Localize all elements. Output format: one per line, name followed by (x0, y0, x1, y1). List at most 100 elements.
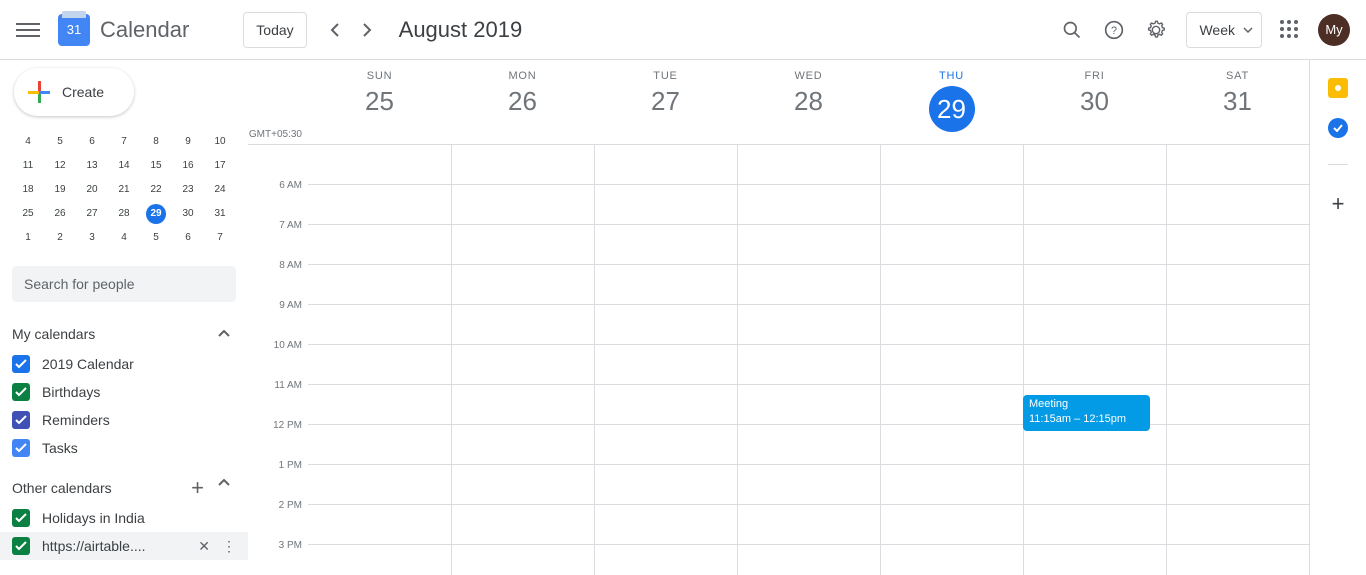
checkbox[interactable] (12, 509, 30, 527)
mini-cal-day[interactable]: 1 (12, 226, 44, 250)
hour-label: 6 AM (248, 180, 308, 220)
calendar-event[interactable]: Meeting11:15am – 12:15pm (1023, 395, 1150, 431)
mini-cal-day[interactable]: 18 (12, 178, 44, 202)
mini-cal-day[interactable]: 22 (140, 178, 172, 202)
app-title: Calendar (100, 17, 189, 43)
mini-cal-day[interactable]: 5 (140, 226, 172, 250)
calendar-logo-icon[interactable]: 31 (58, 14, 90, 46)
calendar-item[interactable]: Birthdays (12, 378, 236, 406)
mini-cal-day[interactable]: 31 (204, 202, 236, 226)
mini-cal-day[interactable]: 16 (172, 154, 204, 178)
hour-label: 1 PM (248, 460, 308, 500)
calendar-item[interactable]: 2019 Calendar (12, 350, 236, 378)
day-of-week: TUE (594, 70, 737, 82)
day-header[interactable]: MON26 (451, 60, 594, 144)
search-people-input[interactable]: Search for people (12, 266, 236, 302)
mini-cal-day[interactable]: 25 (12, 202, 44, 226)
mini-cal-day[interactable]: 12 (44, 154, 76, 178)
create-button[interactable]: Create (14, 68, 134, 116)
add-calendar-icon[interactable]: + (191, 479, 204, 497)
mini-cal-day[interactable]: 20 (76, 178, 108, 202)
day-number: 29 (929, 86, 975, 132)
mini-cal-day[interactable]: 7 (204, 226, 236, 250)
mini-cal-day[interactable]: 2 (44, 226, 76, 250)
grid-body[interactable]: 6 AM7 AM8 AM9 AM10 AM11 AM12 PM1 PM2 PM3… (248, 145, 1309, 575)
apps-icon[interactable] (1280, 20, 1300, 40)
day-header[interactable]: WED28 (737, 60, 880, 144)
day-column[interactable] (1023, 145, 1166, 575)
mini-cal-day[interactable]: 30 (172, 202, 204, 226)
mini-cal-day[interactable]: 11 (12, 154, 44, 178)
add-rail-icon[interactable]: + (1332, 191, 1345, 217)
mini-cal-day[interactable]: 17 (204, 154, 236, 178)
mini-cal-day[interactable]: 7 (108, 130, 140, 154)
tasks-icon[interactable] (1328, 118, 1348, 138)
day-header[interactable]: SUN25 (308, 60, 451, 144)
day-column[interactable] (594, 145, 737, 575)
grid-header: GMT+05:30 SUN25MON26TUE27WED28THU29FRI30… (248, 60, 1309, 145)
mini-cal-day[interactable]: 15 (140, 154, 172, 178)
mini-cal-day[interactable]: 28 (108, 202, 140, 226)
chevron-up-icon (218, 330, 230, 338)
calendar-label: 2019 Calendar (42, 356, 134, 372)
hour-label: 12 PM (248, 420, 308, 460)
hamburger-icon[interactable] (16, 18, 40, 42)
day-column[interactable] (880, 145, 1023, 575)
day-header[interactable]: SAT31 (1166, 60, 1309, 144)
next-week-button[interactable] (351, 14, 383, 46)
header: 31 Calendar Today August 2019 ? Week My (0, 0, 1366, 60)
checkbox[interactable] (12, 355, 30, 373)
account-avatar[interactable]: My (1318, 14, 1350, 46)
checkbox[interactable] (12, 383, 30, 401)
mini-cal-day[interactable]: 6 (172, 226, 204, 250)
hour-label: 11 AM (248, 380, 308, 420)
mini-calendar[interactable]: 4567891011121314151617181920212223242526… (12, 130, 236, 250)
more-icon[interactable]: ⋮ (222, 538, 236, 555)
mini-cal-day[interactable]: 14 (108, 154, 140, 178)
calendar-item[interactable]: https://airtable....✕⋮ (0, 532, 248, 560)
help-icon[interactable]: ? (1102, 18, 1126, 42)
today-button[interactable]: Today (243, 12, 306, 48)
close-icon[interactable]: ✕ (198, 538, 210, 555)
mini-cal-day[interactable]: 4 (108, 226, 140, 250)
day-of-week: THU (880, 70, 1023, 82)
mini-cal-day[interactable]: 4 (12, 130, 44, 154)
month-title: August 2019 (399, 17, 523, 43)
mini-cal-day[interactable]: 10 (204, 130, 236, 154)
mini-cal-day[interactable]: 13 (76, 154, 108, 178)
mini-cal-day[interactable]: 9 (172, 130, 204, 154)
day-column[interactable] (737, 145, 880, 575)
mini-cal-day[interactable]: 21 (108, 178, 140, 202)
my-calendars-header[interactable]: My calendars (12, 318, 236, 350)
mini-cal-day[interactable]: 26 (44, 202, 76, 226)
mini-cal-day[interactable]: 6 (76, 130, 108, 154)
settings-icon[interactable] (1144, 18, 1168, 42)
checkbox[interactable] (12, 411, 30, 429)
mini-cal-day[interactable]: 29 (146, 204, 166, 224)
mini-cal-day[interactable]: 8 (140, 130, 172, 154)
mini-cal-day[interactable]: 24 (204, 178, 236, 202)
calendar-item[interactable]: Reminders (12, 406, 236, 434)
checkbox[interactable] (12, 439, 30, 457)
other-calendars-header[interactable]: Other calendars + (12, 472, 236, 504)
view-select[interactable]: Week (1186, 12, 1262, 48)
day-column[interactable] (308, 145, 451, 575)
day-column[interactable] (451, 145, 594, 575)
calendar-item[interactable]: Holidays in India (12, 504, 236, 532)
day-header[interactable]: FRI30 (1023, 60, 1166, 144)
mini-cal-day[interactable]: 23 (172, 178, 204, 202)
mini-cal-day[interactable]: 3 (76, 226, 108, 250)
calendar-label: Tasks (42, 440, 78, 456)
mini-cal-day[interactable]: 27 (76, 202, 108, 226)
mini-cal-day[interactable]: 5 (44, 130, 76, 154)
prev-week-button[interactable] (319, 14, 351, 46)
keep-icon[interactable] (1328, 78, 1348, 98)
checkbox[interactable] (12, 537, 30, 555)
day-number: 30 (1023, 86, 1166, 117)
day-column[interactable] (1166, 145, 1309, 575)
day-header[interactable]: THU 29 (880, 60, 1023, 144)
search-icon[interactable] (1060, 18, 1084, 42)
mini-cal-day[interactable]: 19 (44, 178, 76, 202)
calendar-item[interactable]: Tasks (12, 434, 236, 462)
day-header[interactable]: TUE27 (594, 60, 737, 144)
